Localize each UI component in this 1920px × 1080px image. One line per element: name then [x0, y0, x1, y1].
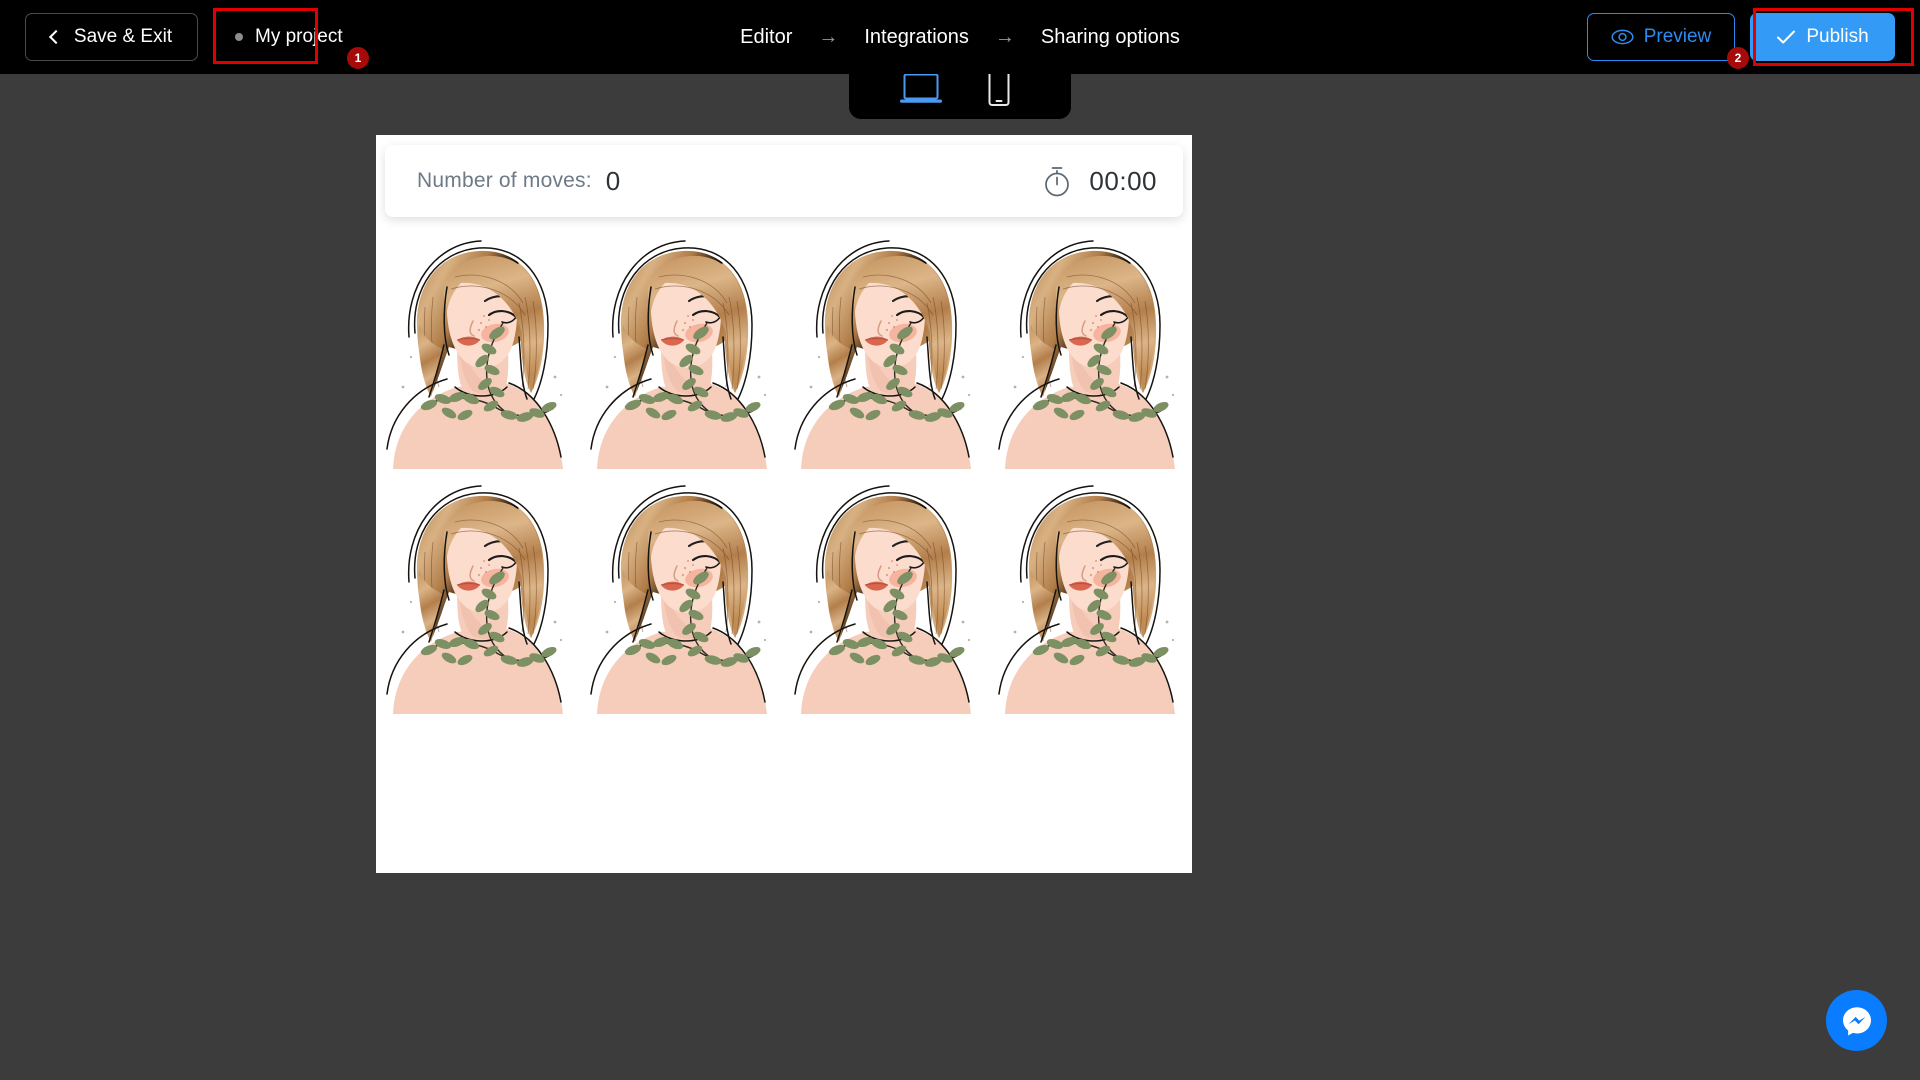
check-icon — [1777, 30, 1796, 44]
publish-button[interactable]: Publish — [1750, 13, 1895, 61]
woman-with-leaves-illustration-icon — [997, 482, 1183, 714]
preview-button[interactable]: Preview — [1587, 13, 1735, 61]
breadcrumb-item-sharing-options[interactable]: Sharing options — [1041, 26, 1180, 49]
project-name-label: My project — [255, 25, 343, 47]
status-dot-icon — [235, 32, 243, 41]
stopwatch-icon — [1045, 167, 1070, 197]
woman-with-leaves-illustration-icon — [385, 237, 571, 469]
preview-label: Preview — [1643, 26, 1712, 47]
eye-icon — [1611, 29, 1634, 45]
top-bar: Save & Exit My project Editor → Integrat… — [0, 0, 1920, 74]
breadcrumb-arrow-icon: → — [818, 25, 839, 48]
messenger-icon — [1842, 1006, 1871, 1035]
memory-card[interactable] — [582, 478, 782, 718]
moves-value: 0 — [605, 165, 621, 196]
breadcrumb-item-integrations[interactable]: Integrations — [864, 26, 969, 49]
woman-with-leaves-illustration-icon — [589, 237, 775, 469]
timer-group: 00:00 — [1041, 164, 1157, 198]
moves-label: Number of moves: — [417, 169, 592, 192]
annotation-badge-2: 2 — [1727, 47, 1749, 69]
messenger-chat-button[interactable] — [1826, 990, 1887, 1051]
publish-label: Publish — [1806, 26, 1869, 47]
memory-card[interactable] — [378, 233, 578, 473]
timer-value: 00:00 — [1089, 165, 1157, 196]
save-and-exit-button[interactable]: Save & Exit — [25, 13, 198, 61]
game-stats-card: Number of moves: 0 00:00 — [385, 145, 1183, 217]
memory-card[interactable] — [786, 478, 986, 718]
woman-with-leaves-illustration-icon — [997, 237, 1183, 469]
preview-canvas: Number of moves: 0 00:00 — [376, 135, 1192, 873]
woman-with-leaves-illustration-icon — [793, 237, 979, 469]
mobile-icon — [988, 69, 1010, 106]
woman-with-leaves-illustration-icon — [589, 482, 775, 714]
project-name-chip[interactable]: My project — [217, 12, 365, 61]
memory-card[interactable] — [990, 478, 1190, 718]
save-and-exit-label: Save & Exit — [73, 26, 173, 47]
woman-with-leaves-illustration-icon — [385, 482, 571, 714]
woman-with-leaves-illustration-icon — [793, 482, 979, 714]
memory-card[interactable] — [378, 478, 578, 718]
chevron-left-icon — [48, 29, 63, 45]
breadcrumb-item-editor[interactable]: Editor — [740, 26, 792, 49]
breadcrumb-arrow-icon: → — [994, 25, 1015, 48]
annotation-badge-1: 1 — [347, 47, 369, 69]
memory-card[interactable] — [582, 233, 782, 473]
memory-card-grid — [376, 230, 1192, 720]
memory-card[interactable] — [990, 233, 1190, 473]
desktop-icon — [900, 73, 942, 103]
memory-card[interactable] — [786, 233, 986, 473]
